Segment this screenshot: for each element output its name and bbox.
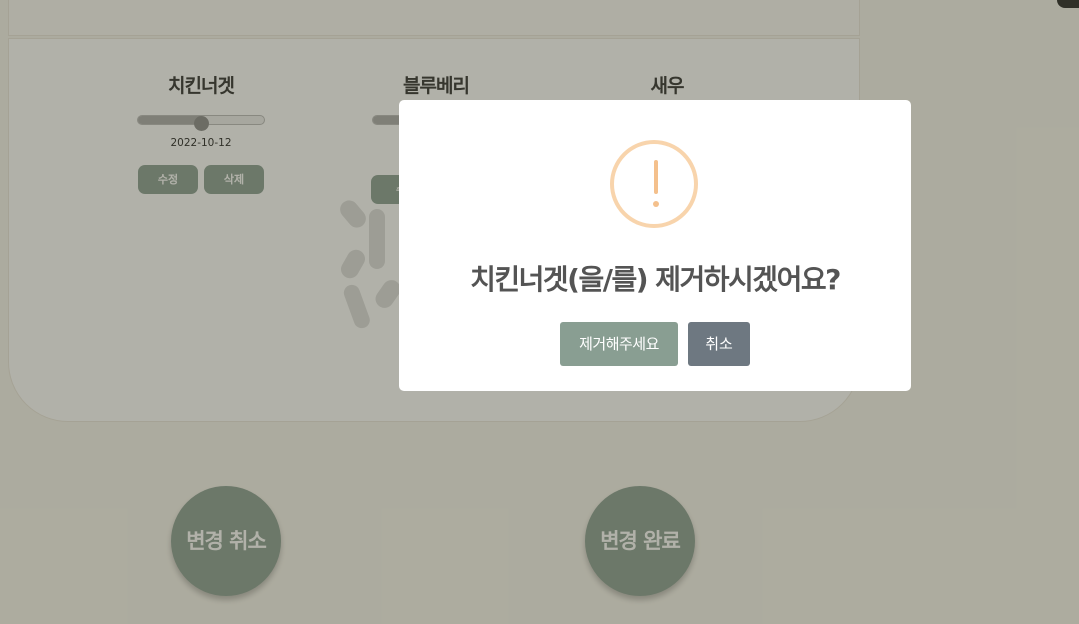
exclamation-icon: [610, 140, 698, 228]
exclamation-dot: [653, 201, 659, 207]
confirm-delete-dialog: 치킨너겟(을/를) 제거하시겠어요? 제거해주세요 취소: [399, 100, 911, 391]
cancel-button[interactable]: 취소: [688, 322, 750, 366]
dialog-actions: 제거해주세요 취소: [399, 322, 911, 366]
confirm-remove-button[interactable]: 제거해주세요: [560, 322, 678, 366]
dialog-message: 치킨너겟(을/를) 제거하시겠어요?: [470, 263, 841, 296]
exclamation-bar: [654, 160, 658, 194]
